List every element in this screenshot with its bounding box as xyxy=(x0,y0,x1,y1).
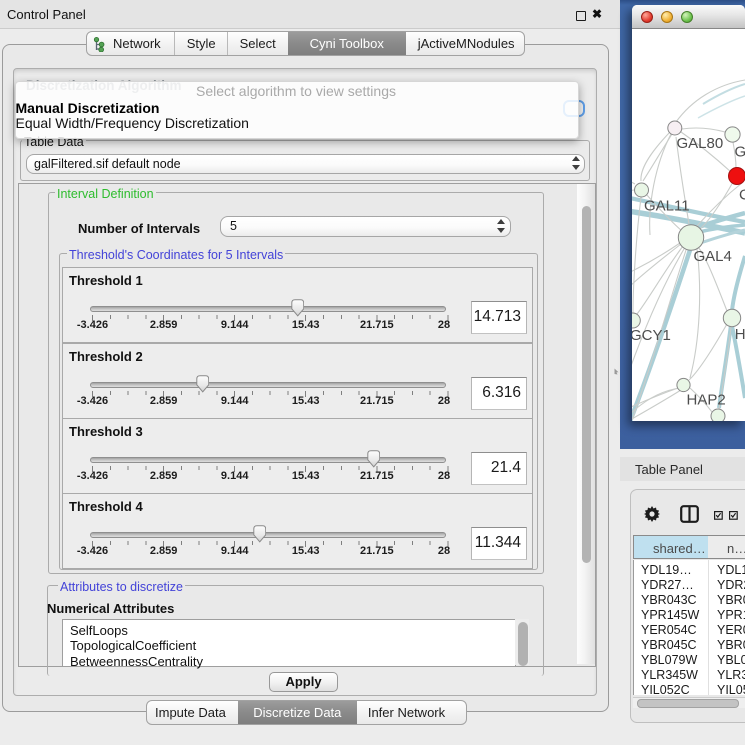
svg-text:GAL11: GAL11 xyxy=(644,198,690,215)
svg-text:HAP2: HAP2 xyxy=(687,392,726,409)
svg-text:HA: HA xyxy=(735,326,745,343)
svg-text:GCY1: GCY1 xyxy=(632,327,671,344)
svg-text:CB: CB xyxy=(739,187,745,204)
svg-text:GAL80: GAL80 xyxy=(677,135,724,152)
svg-text:GA: GA xyxy=(735,144,745,161)
svg-text:GAL4: GAL4 xyxy=(694,248,732,265)
